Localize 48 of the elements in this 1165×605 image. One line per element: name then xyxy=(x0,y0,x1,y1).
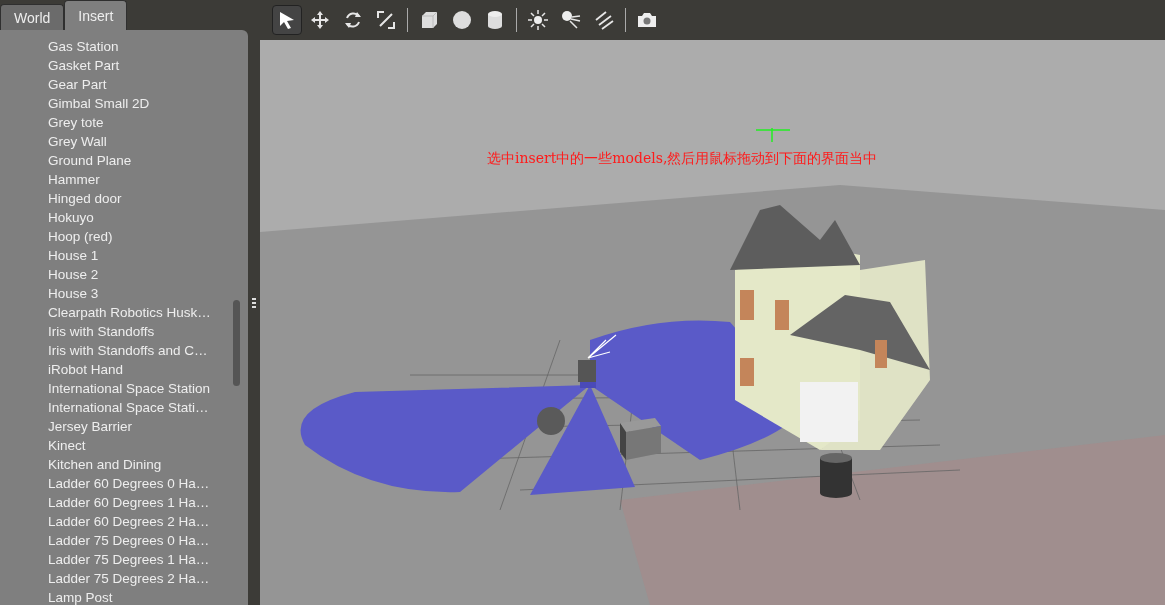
model-list-item[interactable]: Iris with Standoffs and C… xyxy=(0,341,248,360)
model-list-item[interactable]: Gear Part xyxy=(0,75,248,94)
model-list-item[interactable]: Ground Plane xyxy=(0,151,248,170)
model-list-item[interactable]: Ladder 60 Degrees 1 Ha… xyxy=(0,493,248,512)
axis-marker-drawing xyxy=(755,127,791,143)
model-list-item[interactable]: Grey Wall xyxy=(0,132,248,151)
model-list-item[interactable]: Clearpath Robotics Husk… xyxy=(0,303,248,322)
model-list-item[interactable]: International Space Stati… xyxy=(0,398,248,417)
panel-tab[interactable]: World xyxy=(0,4,65,30)
annotation-text: 选中insert中的一些models,然后用鼠标拖动到下面的界面当中 xyxy=(487,150,878,168)
model-list-item[interactable]: Kitchen and Dining xyxy=(0,455,248,474)
sphere-model xyxy=(537,407,565,435)
model-list-item[interactable]: House 3 xyxy=(0,284,248,303)
directional-light-icon xyxy=(593,9,615,31)
model-list-item[interactable]: Lamp Post xyxy=(0,588,248,605)
model-list-item[interactable]: Iris with Standoffs xyxy=(0,322,248,341)
scrollbar-thumb[interactable] xyxy=(233,300,240,386)
spotlight-icon xyxy=(560,9,582,31)
panel-tab[interactable]: Insert xyxy=(64,0,128,30)
model-list-item[interactable]: Ladder 75 Degrees 1 Ha… xyxy=(0,550,248,569)
model-list-item[interactable]: Gasket Part xyxy=(0,56,248,75)
cylinder-model xyxy=(820,453,852,498)
tool-button[interactable] xyxy=(272,5,302,35)
robot-drawing xyxy=(578,334,617,388)
model-list-item[interactable]: Hinged door xyxy=(0,189,248,208)
model-list-item[interactable]: Jersey Barrier xyxy=(0,417,248,436)
model-list-item[interactable]: Ladder 60 Degrees 0 Ha… xyxy=(0,474,248,493)
scale-icon xyxy=(375,9,397,31)
model-list-item[interactable]: Grey tote xyxy=(0,113,248,132)
splitter-handle-icon[interactable] xyxy=(252,297,256,308)
model-list-item[interactable]: Ladder 75 Degrees 0 Ha… xyxy=(0,531,248,550)
model-list-item[interactable]: Gas Station xyxy=(0,37,248,56)
model-list-item[interactable]: Gimbal Small 2D xyxy=(0,94,248,113)
model-list-item[interactable]: House 2 xyxy=(0,265,248,284)
box-model xyxy=(620,418,661,460)
model-list-item[interactable]: Ladder 60 Degrees 2 Ha… xyxy=(0,512,248,531)
model-list-item[interactable]: iRobot Hand xyxy=(0,360,248,379)
sphere-icon xyxy=(451,9,473,31)
model-list-item[interactable]: Ladder 75 Degrees 2 Ha… xyxy=(0,569,248,588)
model-list-item[interactable]: House 1 xyxy=(0,246,248,265)
sun-icon xyxy=(527,9,549,31)
rotate-icon xyxy=(342,9,364,31)
model-list-item[interactable]: Hammer xyxy=(0,170,248,189)
model-list-item[interactable]: International Space Station xyxy=(0,379,248,398)
move-icon xyxy=(309,9,331,31)
model-list-item[interactable]: Hokuyo xyxy=(0,208,248,227)
model-list-item[interactable]: Hoop (red) xyxy=(0,227,248,246)
model-list-item[interactable]: Kinect xyxy=(0,436,248,455)
